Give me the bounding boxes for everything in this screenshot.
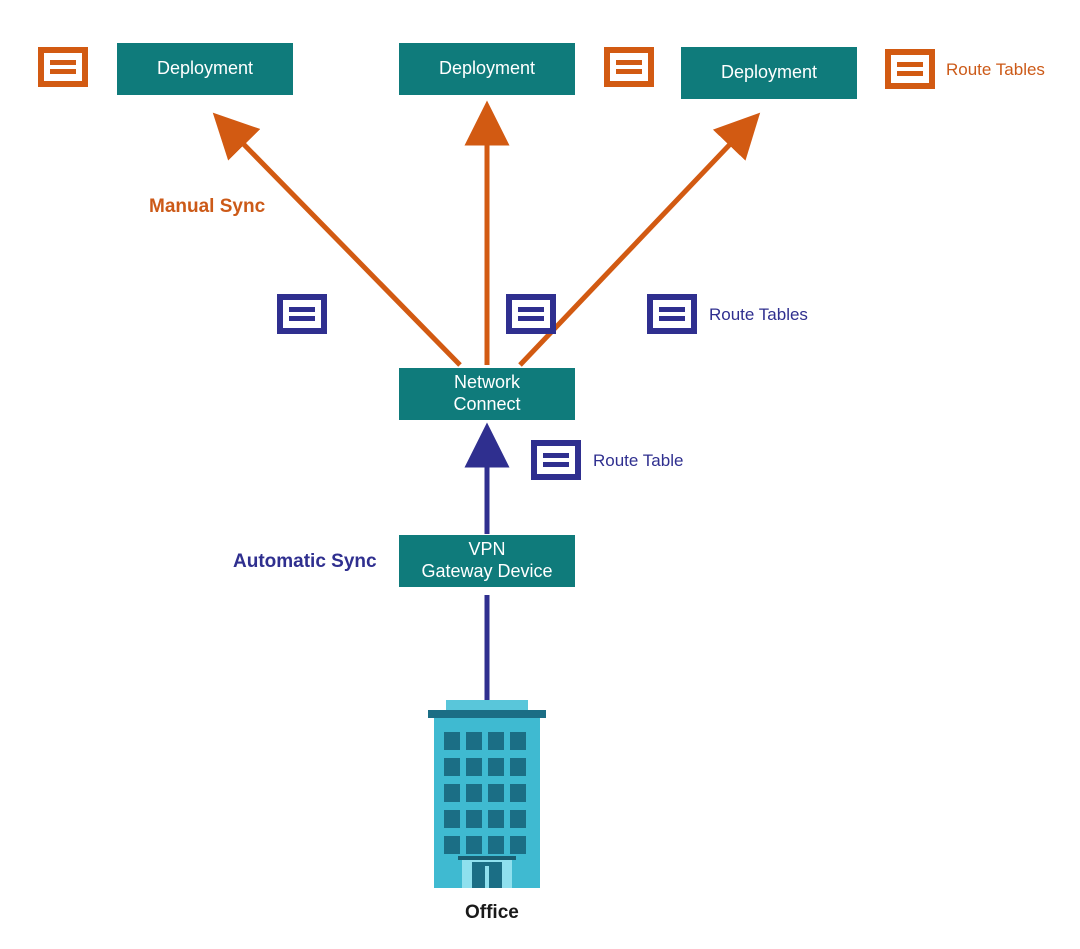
office-building-icon: [428, 700, 546, 894]
network-connect-node: Network Connect: [399, 368, 575, 420]
route-table-icon: [604, 47, 654, 87]
vpn-gateway-label: VPN Gateway Device: [421, 539, 552, 582]
manual-sync-label: Manual Sync: [149, 196, 265, 218]
deployment-node: Deployment: [117, 43, 293, 95]
route-table-icon: [531, 440, 581, 480]
route-tables-label: Route Tables: [709, 305, 808, 325]
deployment-label: Deployment: [157, 58, 253, 80]
route-table-icon: [647, 294, 697, 334]
route-table-icon: [506, 294, 556, 334]
route-tables-label: Route Tables: [946, 60, 1045, 80]
route-table-icon: [277, 294, 327, 334]
office-label: Office: [465, 902, 519, 924]
diagram-stage: Deployment Deployment Deployment Route T…: [0, 0, 1080, 949]
route-table-icon: [38, 47, 88, 87]
deployment-label: Deployment: [721, 62, 817, 84]
deployment-node: Deployment: [399, 43, 575, 95]
route-table-icon: [885, 49, 935, 89]
deployment-node: Deployment: [681, 47, 857, 99]
vpn-gateway-node: VPN Gateway Device: [399, 535, 575, 587]
automatic-sync-label: Automatic Sync: [233, 551, 377, 573]
route-table-label: Route Table: [593, 451, 683, 471]
network-connect-label: Network Connect: [453, 372, 520, 415]
deployment-label: Deployment: [439, 58, 535, 80]
